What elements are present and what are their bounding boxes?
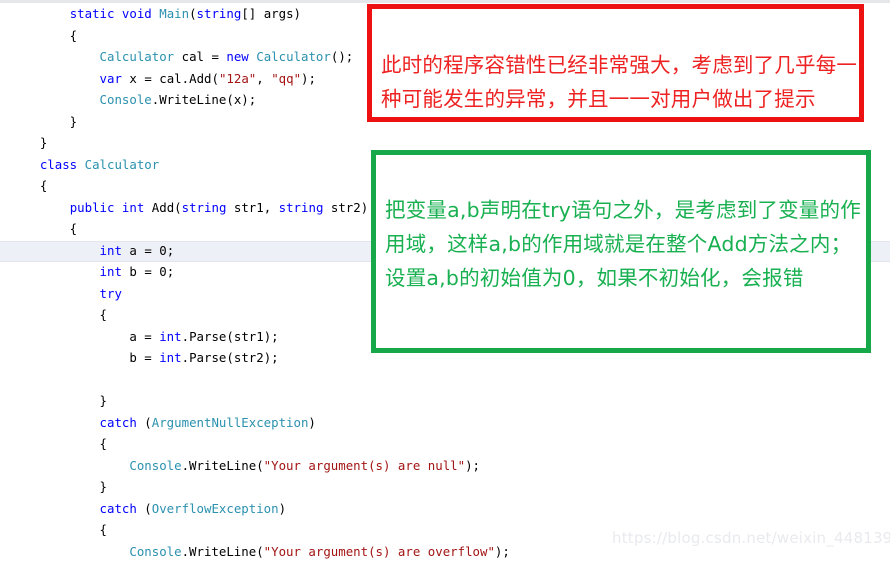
code-line[interactable]: catch (OverflowException) bbox=[0, 498, 890, 520]
code-line[interactable] bbox=[0, 369, 890, 391]
code-line[interactable]: } bbox=[0, 390, 890, 412]
annotation-note-red: 此时的程序容错性已经非常强大，考虑到了几乎每一种可能发生的异常，并且一一对用户做… bbox=[367, 4, 864, 122]
annotation-green-text: 把变量a,b声明在try语句之外，是考虑到了变量的作用域，这样a,b的作用域就是… bbox=[385, 198, 861, 290]
code-line[interactable]: { bbox=[0, 433, 890, 455]
annotation-note-green: 把变量a,b声明在try语句之外，是考虑到了变量的作用域，这样a,b的作用域就是… bbox=[371, 150, 871, 353]
code-line[interactable]: } bbox=[0, 476, 890, 498]
watermark-url: https://blog.csdn.net/weixin_44813932 bbox=[612, 529, 890, 547]
editor-screenshot: static void Main(string[] args) { Calcul… bbox=[0, 0, 890, 561]
code-line[interactable]: catch (ArgumentNullException) bbox=[0, 412, 890, 434]
annotation-red-text: 此时的程序容错性已经非常强大，考虑到了几乎每一种可能发生的异常，并且一一对用户做… bbox=[381, 53, 858, 111]
code-line[interactable]: Console.WriteLine("Your argument(s) are … bbox=[0, 455, 890, 477]
